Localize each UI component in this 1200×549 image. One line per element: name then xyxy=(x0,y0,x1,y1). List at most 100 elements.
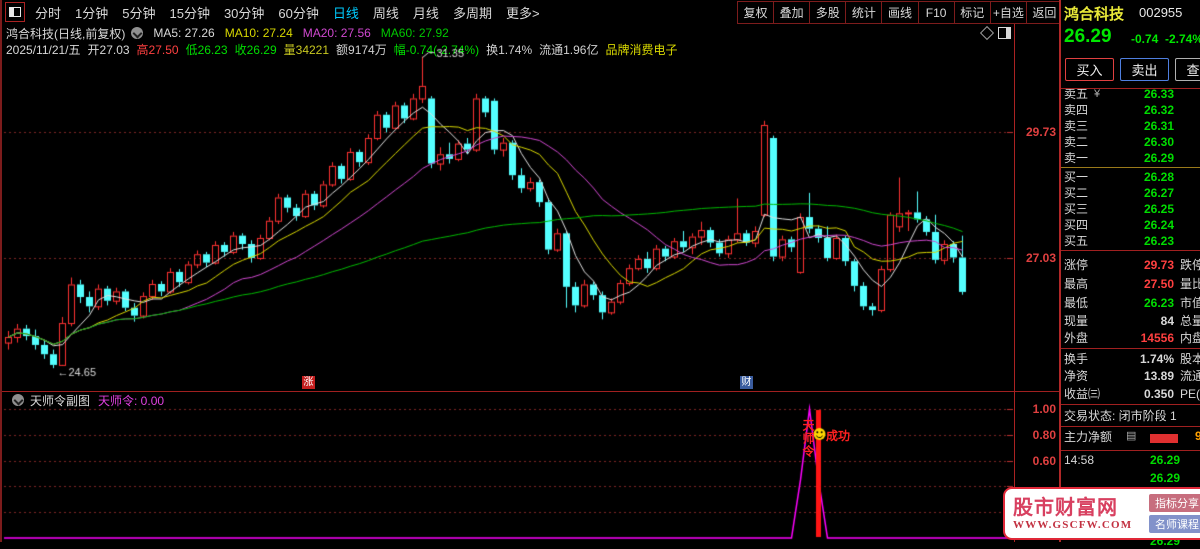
field-label: 最低 xyxy=(1064,296,1089,310)
stock-code: 002955 xyxy=(1139,5,1183,20)
main-flow-bar xyxy=(1150,434,1178,443)
field-row: 换手 1.74% 股本 xyxy=(1061,351,1200,367)
field-value: 0.350 xyxy=(1143,387,1174,401)
sub-chart-value: 天师令: 0.00 xyxy=(98,393,165,408)
ask-label: 卖四 xyxy=(1064,103,1089,117)
chevron-down-icon[interactable] xyxy=(12,394,24,406)
watermark-badge-名师课程[interactable]: 名师课程 xyxy=(1149,515,1200,533)
field-value: 26.23 xyxy=(1143,296,1174,310)
bid-label: 买五 xyxy=(1064,234,1089,248)
trading-app-window: 分时1分钟5分钟15分钟30分钟60分钟日线周线月线多周期更多> 复权叠加多股统… xyxy=(0,0,1200,548)
field-value: 14556 xyxy=(1140,331,1174,345)
last-price: 26.29 xyxy=(1064,26,1112,47)
tick-price: 26.29 xyxy=(1149,471,1180,485)
field-label: 最高 xyxy=(1064,277,1089,291)
ask-label: 卖一 xyxy=(1064,151,1089,165)
field-row: 收益㈢ 0.350 PE(动 xyxy=(1061,386,1200,402)
quote-separator xyxy=(1061,348,1200,349)
field-label2: 市值 xyxy=(1180,296,1200,310)
tick-time: 14:58 xyxy=(1064,453,1095,467)
quote-separator xyxy=(1061,167,1200,168)
ask-label: 卖三 xyxy=(1064,119,1089,133)
ask-price: 26.29 xyxy=(1143,151,1174,165)
toolbar-item-返回[interactable]: 返回 xyxy=(1025,2,1063,23)
bid-label: 买三 xyxy=(1064,202,1089,216)
field-row: 现量 84 总量 xyxy=(1061,313,1200,329)
field-label2: 流通 xyxy=(1180,369,1200,383)
bid-label: 买四 xyxy=(1064,218,1089,232)
field-value: 84 xyxy=(1160,314,1174,328)
bid-price: 26.24 xyxy=(1143,218,1174,232)
watermark-text-block: 股市财富网 WWW.GSCFW.COM xyxy=(1013,497,1149,531)
quote-separator xyxy=(1061,404,1200,405)
ask-label: 卖二 xyxy=(1064,135,1089,149)
tick-row: 14:58 26.29 xyxy=(1061,452,1200,468)
quote-panel: 鸿合科技 002955 26.29 -0.74 -2.74% 买入卖出查询卖五¥… xyxy=(1061,0,1200,548)
卖出-button[interactable]: 卖出 xyxy=(1120,58,1169,81)
price-axis-label: 27.03 xyxy=(1025,250,1056,265)
ask-row: 卖一 26.29 xyxy=(1061,150,1200,166)
ask-row: 卖二 26.30 xyxy=(1061,134,1200,150)
bid-row: 买一 26.28 xyxy=(1061,169,1200,185)
field-label: 换手 xyxy=(1064,352,1089,366)
field-label2: PE(动 xyxy=(1180,387,1200,401)
tick-row: 26.29 xyxy=(1061,470,1200,486)
field-label: 净资 xyxy=(1064,369,1089,383)
field-row: 涨停 29.73 跌停 xyxy=(1061,257,1200,273)
field-value: 27.50 xyxy=(1143,277,1174,291)
field-label2: 内盘 xyxy=(1180,331,1200,345)
price-axis-label: 29.73 xyxy=(1025,124,1056,139)
watermark-badges: 指标分享 名师课程 xyxy=(1149,494,1200,533)
price-change-pct: -2.74% xyxy=(1165,32,1200,46)
quote-separator xyxy=(1061,88,1200,89)
ask-row: 卖四 26.32 xyxy=(1061,102,1200,118)
field-row: 最高 27.50 量比 xyxy=(1061,276,1200,292)
买入-button[interactable]: 买入 xyxy=(1065,58,1114,81)
field-row: 外盘 14556 内盘 xyxy=(1061,330,1200,346)
bid-price: 26.27 xyxy=(1143,186,1174,200)
bid-price: 26.28 xyxy=(1143,170,1174,184)
trade-status: 交易状态: 闭市阶段 1 xyxy=(1064,409,1177,423)
ask-price: 26.30 xyxy=(1143,135,1174,149)
field-label: 涨停 xyxy=(1064,258,1089,272)
ask-price: 26.32 xyxy=(1143,103,1174,117)
event-badge-涨[interactable]: 涨 xyxy=(302,376,315,389)
price-change: -0.74 xyxy=(1131,32,1159,46)
list-icon[interactable]: ▤ xyxy=(1126,429,1136,442)
bid-row: 买五 26.23 xyxy=(1061,233,1200,249)
tick-price: 26.29 xyxy=(1149,453,1180,467)
ask-price: 26.31 xyxy=(1143,119,1174,133)
indicator-axis-label: 0.80 xyxy=(1032,427,1056,442)
signal-text-vertical: 天师令 xyxy=(801,419,815,458)
indicator-axis-label: 0.60 xyxy=(1032,453,1056,468)
main-flow-label: 主力净额 xyxy=(1064,430,1113,444)
field-value: 1.74% xyxy=(1139,352,1174,366)
field-value: 29.73 xyxy=(1143,258,1174,272)
field-label: 外盘 xyxy=(1064,331,1089,345)
watermark-title: 股市财富网 xyxy=(1013,496,1118,519)
field-label: 收益㈢ xyxy=(1064,387,1101,401)
field-label2: 量比 xyxy=(1180,277,1200,291)
bid-row: 买四 26.24 xyxy=(1061,217,1200,233)
field-label: 现量 xyxy=(1064,314,1089,328)
bid-price: 26.23 xyxy=(1143,234,1174,248)
field-value: 13.89 xyxy=(1143,369,1174,383)
quote-separator xyxy=(1061,250,1200,251)
status-row: 交易状态: 闭市阶段 1 xyxy=(1061,408,1200,424)
candlestick-chart-canvas[interactable] xyxy=(2,0,1014,542)
sub-chart-header: 天师令副图 天师令: 0.00 xyxy=(6,393,165,408)
bid-row: 买三 26.25 xyxy=(1061,201,1200,217)
ask-row: 卖三 26.31 xyxy=(1061,118,1200,134)
quote-separator xyxy=(1061,426,1200,427)
watermark-badge-指标分享[interactable]: 指标分享 xyxy=(1149,494,1200,512)
field-label2: 跌停 xyxy=(1180,258,1200,272)
stock-name: 鸿合科技 xyxy=(1064,6,1125,23)
bid-label: 买二 xyxy=(1064,186,1089,200)
bid-row: 买二 26.27 xyxy=(1061,185,1200,201)
sub-chart-title: 天师令副图 xyxy=(30,393,91,408)
watermark-box: 股市财富网 WWW.GSCFW.COM 指标分享名师课程 xyxy=(1003,487,1200,540)
查询-button[interactable]: 查询 xyxy=(1175,58,1200,81)
event-badge-财[interactable]: 财 xyxy=(740,376,753,389)
field-label2: 总量 xyxy=(1180,314,1200,328)
watermark-url[interactable]: WWW.GSCFW.COM xyxy=(1013,519,1149,531)
